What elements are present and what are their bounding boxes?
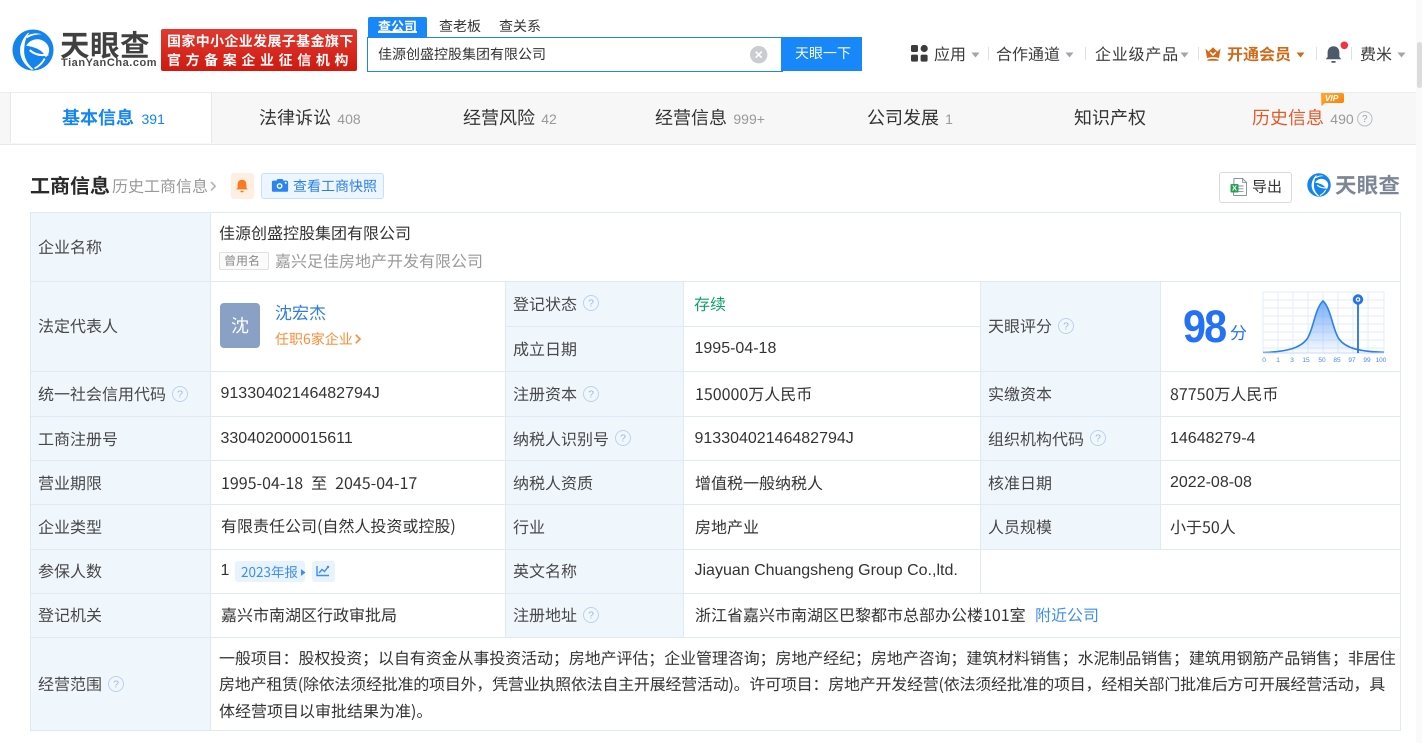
svg-text:?: ? xyxy=(177,388,183,400)
svg-text:X: X xyxy=(1232,183,1237,192)
svg-text:0: 0 xyxy=(1262,357,1266,364)
svg-text:VIP: VIP xyxy=(1325,93,1339,103)
svg-text:15: 15 xyxy=(1302,357,1310,364)
svg-text:50: 50 xyxy=(1318,357,1326,364)
svg-text:97: 97 xyxy=(1348,357,1356,364)
svg-text:3: 3 xyxy=(1290,357,1294,364)
svg-text:?: ? xyxy=(1362,114,1368,125)
svg-text:?: ? xyxy=(1095,433,1101,445)
svg-text:?: ? xyxy=(1063,320,1069,332)
svg-text:?: ? xyxy=(588,298,594,310)
svg-text:?: ? xyxy=(588,609,594,621)
svg-text:100: 100 xyxy=(1376,357,1387,364)
svg-text:99: 99 xyxy=(1363,357,1371,364)
svg-text:1: 1 xyxy=(1276,357,1280,364)
svg-text:?: ? xyxy=(588,388,594,400)
svg-text:?: ? xyxy=(620,433,626,445)
svg-text:85: 85 xyxy=(1333,357,1341,364)
svg-text:?: ? xyxy=(113,678,119,690)
